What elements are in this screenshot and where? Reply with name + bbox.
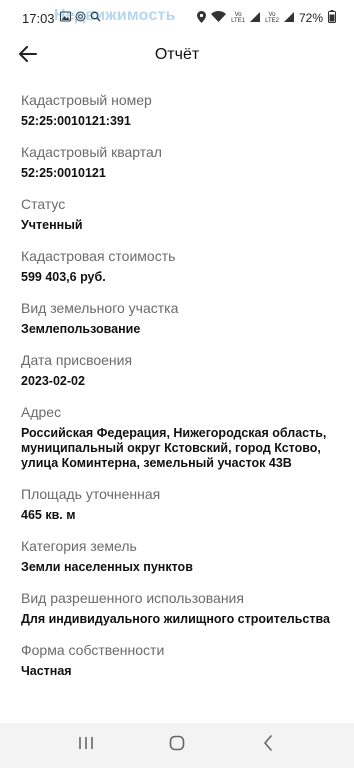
field-cadastral-value: Кадастровая стоимость 599 403,6 руб. — [21, 248, 354, 285]
field-value: 599 403,6 руб. — [21, 270, 106, 284]
field-status: Статус Учтенный — [21, 196, 354, 233]
field-permitted-use: Вид разрешенного использования Для индив… — [21, 590, 354, 627]
wifi-icon — [211, 11, 227, 25]
page-title: Отчёт — [154, 46, 200, 63]
home-icon — [169, 735, 185, 756]
signal2-icon — [283, 11, 294, 25]
field-area: Площадь уточненная 465 кв. м — [21, 486, 354, 523]
status-time: 17:03 — [22, 10, 55, 26]
field-land-plot-type: Вид земельного участка Землепользование — [21, 300, 354, 337]
status-bar-left: 17:03 Недвижимость — [22, 7, 175, 26]
field-label: Вид разрешенного использования — [21, 590, 244, 606]
field-label: Кадастровый номер — [21, 92, 152, 108]
field-cadastral-quarter: Кадастровый квартал 52:25:0010121 — [21, 144, 354, 181]
field-value: Учтенный — [21, 218, 83, 232]
field-value: Для индивидуального жилищного строительс… — [21, 612, 330, 626]
nav-back-icon — [263, 735, 273, 756]
field-label: Адрес — [21, 404, 62, 420]
field-value: 2023-02-02 — [21, 374, 85, 388]
field-ownership-form: Форма собственности Частная — [21, 642, 354, 679]
status-bar: 17:03 Недвижимость Vo LTE1 Vo LTE2 72% — [0, 0, 354, 36]
field-address: Адрес Российская Федерация, Нижегородска… — [21, 404, 354, 471]
signal1-icon — [250, 11, 261, 25]
field-label: Дата присвоения — [21, 352, 133, 368]
status-bar-right: Vo LTE1 Vo LTE2 72% — [197, 10, 336, 26]
field-value: Земли населенных пунктов — [21, 560, 193, 574]
recent-apps-icon — [78, 736, 94, 755]
volte1-label: Vo LTE1 — [231, 12, 246, 24]
field-value: 465 кв. м — [21, 508, 76, 522]
field-value: Землепользование — [21, 322, 141, 336]
field-cadastral-number: Кадастровый номер 52:25:0010121:391 — [21, 92, 354, 129]
app-bar: Отчёт — [0, 36, 354, 76]
recent-apps-button[interactable] — [66, 726, 106, 766]
field-land-category: Категория земель Земли населенных пункто… — [21, 538, 354, 575]
field-label: Вид земельного участка — [21, 300, 179, 316]
report-content: Кадастровый номер 52:25:0010121:391 Када… — [21, 92, 354, 694]
volte2-label: Vo LTE2 — [265, 12, 279, 24]
location-icon — [197, 10, 207, 26]
battery-icon — [328, 10, 336, 26]
field-label: Статус — [21, 196, 66, 212]
field-value: Частная — [21, 664, 72, 678]
system-nav-bar — [0, 723, 354, 768]
brand-watermark: Недвижимость — [54, 6, 176, 24]
home-button[interactable] — [157, 726, 197, 766]
field-value: Российская Федерация, Нижегородская обла… — [21, 426, 327, 470]
field-value: 52:25:0010121:391 — [21, 114, 131, 128]
field-label: Площадь уточненная — [21, 486, 161, 502]
field-value: 52:25:0010121 — [21, 166, 106, 180]
field-label: Категория земель — [21, 538, 137, 554]
nav-back-button[interactable] — [248, 726, 288, 766]
field-assignment-date: Дата присвоения 2023-02-02 — [21, 352, 354, 389]
field-label: Кадастровая стоимость — [21, 248, 176, 264]
field-label: Форма собственности — [21, 642, 165, 658]
field-label: Кадастровый квартал — [21, 144, 162, 160]
battery-percent: 72% — [298, 11, 323, 25]
